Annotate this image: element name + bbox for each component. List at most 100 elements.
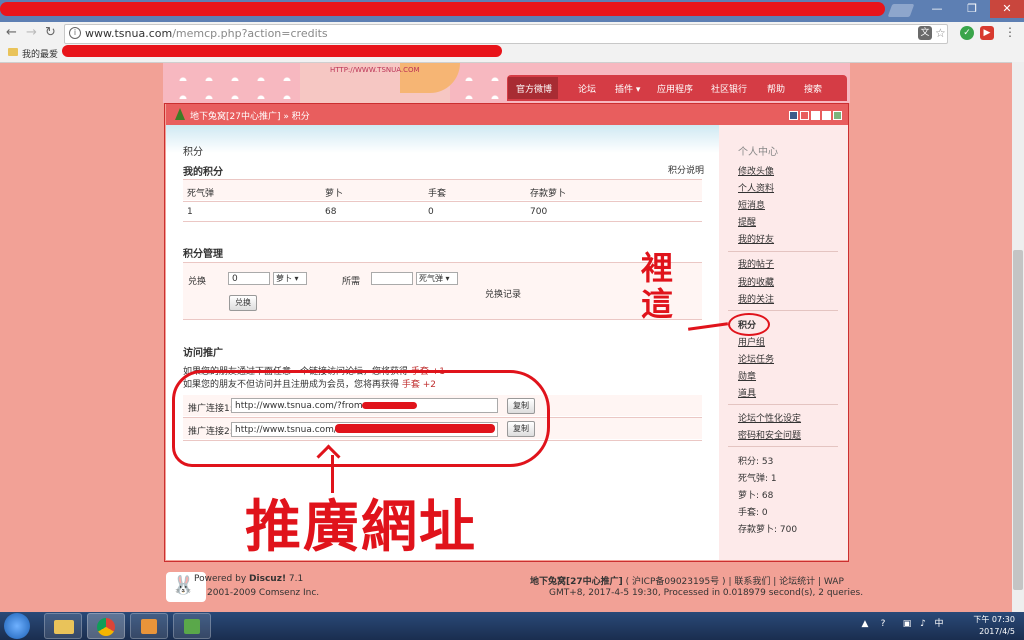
- product-version: 7.1: [288, 574, 304, 584]
- redaction-mark: [0, 2, 885, 16]
- nav-plugins[interactable]: 插件 ▾: [615, 82, 640, 95]
- banner-watermark-url: HTTP://WWW.TSNUA.COM: [330, 66, 420, 74]
- forward-icon[interactable]: →: [26, 26, 37, 40]
- url-path: /memcp.php?action=credits: [172, 27, 328, 40]
- clock-date: 2017/4/5: [979, 627, 1015, 636]
- sidebar-item-posts[interactable]: 我的帖子: [738, 257, 774, 270]
- info-icon[interactable]: i: [69, 27, 81, 39]
- product-link[interactable]: Discuz!: [249, 574, 286, 584]
- footer-stats[interactable]: | 论坛统计: [773, 577, 815, 587]
- new-tab-button[interactable]: [887, 4, 915, 17]
- exchange-button[interactable]: 兑换: [229, 295, 257, 311]
- stat-carrots: 萝卜: 68: [738, 491, 774, 501]
- stat-bombs: 死气弹: 1: [738, 474, 777, 484]
- required-unit-select[interactable]: 死气弹 ▾: [416, 272, 458, 285]
- sidebar-item-tasks[interactable]: 论坛任务: [738, 352, 774, 365]
- sidebar-item-notices[interactable]: 提醒: [738, 215, 756, 228]
- footer-links: 地下兔窝[27中心推广] ( 沪ICP备09023195号 ) | 联系我们 |…: [530, 574, 844, 587]
- footer-contact[interactable]: | 联系我们: [728, 577, 770, 587]
- back-icon[interactable]: ←: [6, 26, 17, 40]
- sidebar-item-profile[interactable]: 个人资料: [738, 181, 774, 194]
- nav-bank[interactable]: 社区银行: [711, 82, 747, 95]
- maximize-button[interactable]: ❐: [957, 0, 987, 18]
- media-taskbar-button[interactable]: [130, 613, 168, 639]
- manage-heading: 积分管理: [183, 249, 223, 260]
- volume-icon[interactable]: ♪: [918, 619, 928, 629]
- sidebar-item-usergroup[interactable]: 用户组: [738, 335, 765, 348]
- tray-expand-icon[interactable]: ▲: [860, 619, 870, 629]
- network-icon[interactable]: ▣: [902, 619, 912, 629]
- required-amount-input[interactable]: [371, 272, 413, 285]
- help-icon[interactable]: ?: [878, 619, 888, 629]
- credit-value: 1: [187, 207, 193, 217]
- footer-timing: GMT+8, 2017-4-5 19:30, Processed in 0.01…: [549, 588, 864, 598]
- powered-by: Powered by Discuz! 7.1: [194, 574, 303, 584]
- page-title: 积分: [183, 147, 203, 158]
- sidebar-item-medals[interactable]: 勋章: [738, 369, 756, 382]
- exchange-unit-select[interactable]: 萝卜 ▾: [273, 272, 307, 285]
- sidebar-divider: [728, 310, 838, 311]
- sidebar-item-items[interactable]: 道具: [738, 386, 756, 399]
- stat-gloves: 手套: 0: [738, 508, 768, 518]
- redaction-mark: [62, 45, 502, 57]
- sidebar-item-avatar[interactable]: 修改头像: [738, 164, 774, 177]
- app-taskbar-button[interactable]: [173, 613, 211, 639]
- credit-value: 700: [530, 207, 548, 217]
- my-credits-heading: 我的积分: [183, 167, 223, 178]
- exchange-unit-value: 萝卜: [276, 274, 292, 283]
- extension-icon[interactable]: ▶: [980, 26, 994, 40]
- credit-value: 0: [428, 207, 434, 217]
- exchange-label: 兑换: [188, 277, 207, 287]
- chrome-taskbar-button[interactable]: [87, 613, 125, 639]
- bookmark-star-icon[interactable]: ☆: [935, 26, 946, 40]
- scrollbar-thumb[interactable]: [1013, 250, 1023, 590]
- start-button[interactable]: [4, 613, 30, 639]
- nav-search[interactable]: 搜索: [804, 82, 822, 95]
- sidebar-divider: [728, 251, 838, 252]
- nav-forum[interactable]: 论坛: [578, 82, 596, 95]
- minimize-button[interactable]: —: [922, 0, 952, 18]
- col-header: 手套: [428, 189, 447, 199]
- stat-credits: 积分: 53: [738, 457, 774, 467]
- taskbar-clock[interactable]: 下午 07:30 2017/4/5: [955, 614, 1015, 638]
- annotation-text-bottom: 推廣網址: [245, 494, 477, 560]
- annotation-circle: [728, 313, 770, 336]
- exchange-history-link[interactable]: 兑换记录: [485, 287, 521, 300]
- promo-heading: 访问推广: [183, 348, 223, 359]
- required-unit-value: 死气弹: [419, 274, 443, 283]
- annotation-box: [172, 370, 550, 467]
- app-icon: [184, 619, 200, 634]
- annotation-text-side: 裡這: [641, 250, 681, 322]
- credits-explain-link[interactable]: 积分说明: [668, 163, 704, 176]
- bookmark-folder-label[interactable]: 我的最爱: [22, 47, 58, 60]
- sidebar-item-friends[interactable]: 我的好友: [738, 232, 774, 245]
- extension-icon[interactable]: ✓: [960, 26, 974, 40]
- explorer-taskbar-button[interactable]: [44, 613, 82, 639]
- sidebar-item-follows[interactable]: 我的关注: [738, 292, 774, 305]
- nav-help[interactable]: 帮助: [767, 82, 785, 95]
- clock-time: 下午 07:30: [973, 615, 1015, 624]
- stat-deposit-carrots: 存款萝卜: 700: [738, 525, 798, 535]
- exchange-amount-input[interactable]: [228, 272, 270, 285]
- footer-wap[interactable]: | WAP: [818, 577, 844, 587]
- col-header: 死气弹: [187, 189, 215, 199]
- nav-weibo[interactable]: 官方微博: [516, 82, 552, 95]
- divider: [183, 201, 702, 202]
- close-window-button[interactable]: ✕: [990, 0, 1024, 18]
- footer-site-name[interactable]: 地下兔窝[27中心推广]: [530, 577, 623, 587]
- sidebar-item-security[interactable]: 密码和安全问题: [738, 428, 801, 441]
- menu-icon[interactable]: ⋮: [1004, 25, 1016, 39]
- sidebar-divider: [728, 446, 838, 447]
- input-method-icon[interactable]: 中: [934, 619, 944, 629]
- footer-icp[interactable]: ( 沪ICP备09023195号 ): [626, 577, 726, 587]
- divider: [183, 319, 702, 320]
- chevron-down-icon: ▾: [635, 85, 641, 95]
- rabbit-mascot-icon: 🐰: [172, 575, 195, 596]
- reload-icon[interactable]: ↻: [45, 26, 56, 40]
- sidebar-item-customize[interactable]: 论坛个性化设定: [738, 411, 801, 424]
- sidebar-item-favorites[interactable]: 我的收藏: [738, 275, 774, 288]
- sidebar-divider: [728, 404, 838, 405]
- nav-apps[interactable]: 应用程序: [657, 82, 693, 95]
- sidebar-item-messages[interactable]: 短消息: [738, 198, 765, 211]
- translate-icon[interactable]: 文: [918, 26, 932, 40]
